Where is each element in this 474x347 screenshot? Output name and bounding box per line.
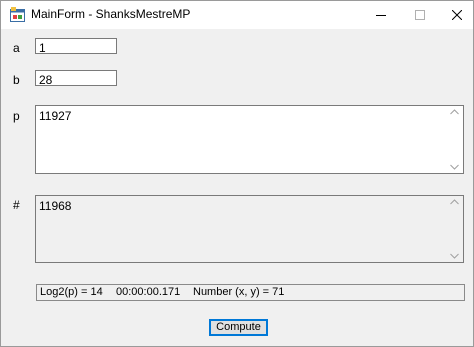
compute-button[interactable]: Compute: [209, 319, 268, 336]
label-b: b: [13, 73, 20, 87]
scroll-up-icon: [450, 109, 459, 115]
hash-scrollbar[interactable]: [446, 196, 463, 262]
close-icon: [452, 10, 462, 20]
label-a: a: [13, 41, 20, 55]
b-input[interactable]: 28: [35, 70, 117, 87]
minimize-icon: [376, 15, 386, 16]
p-scrollbar[interactable]: [446, 106, 463, 173]
main-window: MainForm - ShanksMestreMP a 1 b 28 p 119…: [0, 0, 474, 347]
close-button[interactable]: [437, 1, 474, 29]
p-value: 11927: [39, 109, 72, 123]
window-title: MainForm - ShanksMestreMP: [31, 7, 191, 21]
hash-textarea[interactable]: 11968: [35, 195, 464, 263]
status-log2: Log2(p) = 14: [40, 286, 103, 298]
status-number: Number (x, y) = 71: [193, 286, 285, 298]
maximize-button[interactable]: [400, 1, 440, 29]
label-hash: #: [13, 198, 20, 212]
label-p: p: [13, 109, 20, 123]
status-elapsed-time: 00:00:00.171: [116, 286, 181, 298]
title-bar[interactable]: MainForm - ShanksMestreMP: [1, 1, 473, 29]
app-icon: [10, 7, 25, 22]
maximize-icon: [415, 10, 425, 20]
status-bar: Log2(p) = 14 00:00:00.171 Number (x, y) …: [36, 284, 465, 301]
scroll-down-icon: [450, 253, 459, 259]
scroll-down-icon: [450, 164, 459, 170]
hash-value: 11968: [39, 199, 72, 213]
minimize-button[interactable]: [361, 1, 401, 29]
scroll-up-icon: [450, 199, 459, 205]
a-input[interactable]: 1: [35, 38, 117, 55]
p-textarea[interactable]: 11927: [35, 105, 464, 174]
